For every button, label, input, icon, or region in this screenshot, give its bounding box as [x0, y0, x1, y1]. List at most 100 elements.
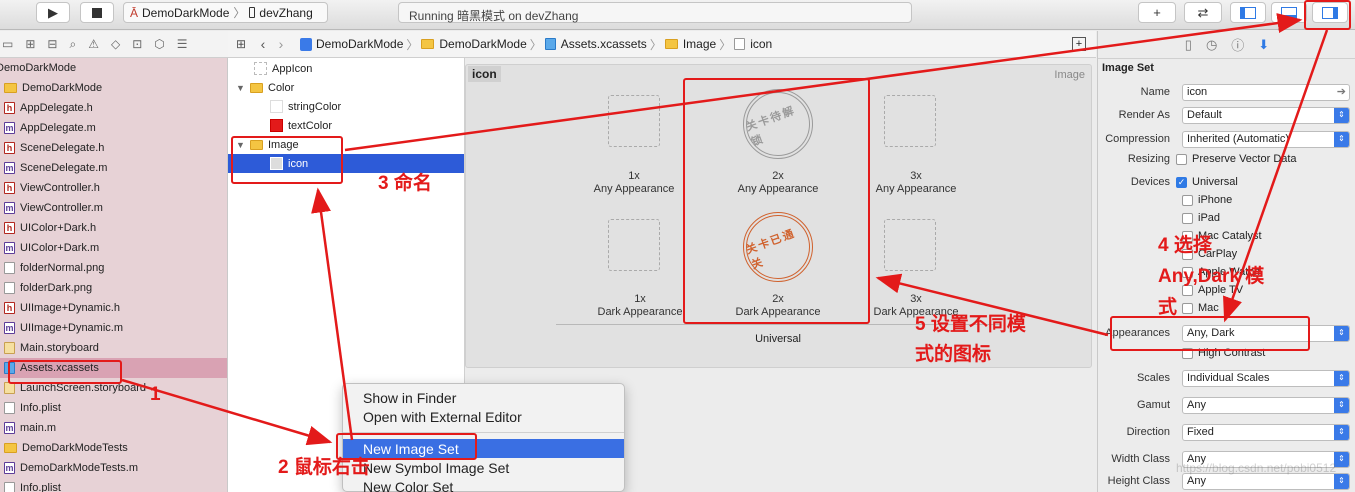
- group-row[interactable]: DemoDarkMode: [0, 78, 227, 98]
- menu-open-external[interactable]: Open with External Editor: [343, 407, 624, 426]
- play-icon: ▶: [48, 4, 58, 20]
- slot-3x-any[interactable]: [884, 95, 936, 147]
- crumb-group[interactable]: DemoDarkMode: [439, 37, 526, 51]
- asset-appicon[interactable]: AppIcon: [228, 59, 464, 78]
- debug-icon[interactable]: ⊡: [132, 37, 142, 51]
- file-label: ViewController.m: [20, 202, 103, 214]
- ipad-checkbox[interactable]: [1182, 212, 1193, 224]
- tests-group-row[interactable]: DemoDarkModeTests: [0, 438, 227, 458]
- folder-icon[interactable]: ▭: [2, 37, 13, 51]
- file-row[interactable]: h AppDelegate.h: [0, 98, 227, 118]
- preserve-vector-checkbox[interactable]: [1176, 153, 1187, 165]
- plus-icon: +: [1153, 5, 1161, 20]
- height-class-select[interactable]: Any ⇕: [1182, 472, 1350, 490]
- crumb-project[interactable]: DemoDarkMode: [316, 37, 403, 51]
- file-row[interactable]: h ViewController.h: [0, 178, 227, 198]
- file-row[interactable]: h UIImage+Dynamic.h: [0, 298, 227, 318]
- mac-checkbox[interactable]: [1182, 302, 1193, 314]
- file-label: ViewController.h: [20, 182, 100, 194]
- stop-button[interactable]: [80, 2, 114, 23]
- file-row[interactable]: m main.m: [0, 418, 227, 438]
- universal-checkbox[interactable]: ✓: [1176, 176, 1187, 188]
- menu-show-in-finder[interactable]: Show in Finder: [343, 388, 624, 407]
- grid-icon[interactable]: ⊞: [228, 37, 254, 51]
- search-icon[interactable]: ⌕: [69, 37, 76, 52]
- file-row[interactable]: m ViewController.m: [0, 198, 227, 218]
- file-label: UIImage+Dynamic.h: [20, 302, 120, 314]
- scheme-selector[interactable]: Ā DemoDarkMode 〉 devZhang: [123, 2, 328, 23]
- disclosure-triangle-icon[interactable]: ▼: [236, 83, 246, 93]
- breakpoint-icon[interactable]: ⬡: [154, 37, 164, 51]
- file-row[interactable]: folderDark.png: [0, 278, 227, 298]
- render-as-select[interactable]: Default ⇕: [1182, 106, 1350, 124]
- code-review-button[interactable]: ⇄: [1184, 2, 1222, 23]
- symbol-icon[interactable]: ⊟: [47, 37, 57, 51]
- direction-select[interactable]: Fixed ⇕: [1182, 423, 1350, 441]
- compression-select[interactable]: Inherited (Automatic) ⇕: [1182, 130, 1350, 148]
- file-row[interactable]: m UIColor+Dark.m: [0, 238, 227, 258]
- inspector-title: Image Set: [1102, 62, 1154, 74]
- gamut-select[interactable]: Any ⇕: [1182, 396, 1350, 414]
- scales-select[interactable]: Individual Scales ⇕: [1182, 369, 1350, 387]
- file-label: folderDark.png: [20, 282, 93, 294]
- toggle-navigator-button[interactable]: [1230, 2, 1266, 23]
- device-carplay-row: CarPlay: [1098, 244, 1355, 264]
- file-row[interactable]: Main.storyboard: [0, 338, 227, 358]
- folder-icon: [4, 83, 17, 93]
- iphone-checkbox[interactable]: [1182, 194, 1193, 206]
- menu-new-color-set[interactable]: New Color Set: [343, 477, 624, 492]
- color-swatch-icon: [270, 100, 283, 113]
- stepper-icon: ⇕: [1334, 473, 1349, 489]
- activity-status: Running 暗黑模式 on devZhang: [398, 2, 912, 23]
- file-label: SceneDelegate.h: [20, 142, 105, 154]
- history-icon[interactable]: ◷: [1206, 37, 1217, 53]
- file-row[interactable]: m AppDelegate.m: [0, 118, 227, 138]
- annotation-4-line3: 式: [1158, 297, 1178, 318]
- plist-file-icon: [4, 402, 15, 414]
- warning-icon[interactable]: ⚠: [88, 37, 99, 51]
- slot-1x-any[interactable]: [608, 95, 660, 147]
- project-row[interactable]: DemoDarkMode: [0, 58, 227, 78]
- report-icon[interactable]: ☰: [177, 37, 188, 51]
- tests-file-row[interactable]: m DemoDarkModeTests.m: [0, 458, 227, 478]
- arrow-circle-icon: ➔: [1336, 85, 1346, 98]
- m-file-icon: m: [4, 422, 15, 434]
- slot-3x-dark[interactable]: [884, 219, 936, 271]
- add-editor-icon[interactable]: +: [1072, 37, 1086, 51]
- asset-color-group[interactable]: ▼ Color: [228, 78, 464, 97]
- library-button[interactable]: +: [1138, 2, 1176, 23]
- m-file-icon: m: [4, 242, 15, 254]
- toggle-debug-button[interactable]: [1271, 2, 1307, 23]
- slot-1x-dark[interactable]: [608, 219, 660, 271]
- back-arrow-icon[interactable]: ‹: [254, 36, 272, 52]
- file-row[interactable]: m UIImage+Dynamic.m: [0, 318, 227, 338]
- crumb-icon[interactable]: icon: [750, 37, 772, 51]
- run-button[interactable]: ▶: [36, 2, 70, 23]
- file-row[interactable]: Info.plist: [0, 398, 227, 418]
- tests-plist-row[interactable]: Info.plist: [0, 478, 227, 492]
- asset-text-color[interactable]: textColor: [228, 116, 464, 135]
- m-file-icon: m: [4, 322, 15, 334]
- label-3x-any: 3x Any Appearance: [875, 170, 957, 195]
- device-catalyst-row: Mac Catalyst: [1098, 226, 1355, 246]
- stepper-icon: ⇕: [1334, 131, 1349, 147]
- asset-string-color[interactable]: stringColor: [228, 97, 464, 116]
- test-icon[interactable]: ◇: [111, 37, 120, 51]
- source-control-icon[interactable]: ⊞: [25, 37, 35, 51]
- file-row[interactable]: m SceneDelegate.m: [0, 158, 227, 178]
- menu-new-symbol-image-set[interactable]: New Symbol Image Set: [343, 458, 624, 477]
- help-icon[interactable]: ⓘ: [1231, 35, 1244, 54]
- file-inspector-icon[interactable]: ▯: [1185, 37, 1192, 53]
- crumb-image[interactable]: Image: [683, 37, 716, 51]
- file-row[interactable]: h UIColor+Dark.h: [0, 218, 227, 238]
- attributes-icon[interactable]: ⬇: [1258, 37, 1269, 53]
- crumb-assets[interactable]: Assets.xcassets: [561, 37, 647, 51]
- forward-arrow-icon[interactable]: ›: [272, 36, 290, 52]
- render-row: Render As Default ⇕: [1098, 105, 1355, 125]
- label-1x-any: 1x Any Appearance: [593, 170, 675, 195]
- app-icon: Ā: [130, 5, 139, 20]
- jump-bar: ⊞ ‹ › DemoDarkMode 〉 DemoDarkMode 〉 Asse…: [228, 31, 1096, 58]
- name-field[interactable]: icon ➔: [1182, 83, 1350, 101]
- file-row[interactable]: h SceneDelegate.h: [0, 138, 227, 158]
- file-row[interactable]: folderNormal.png: [0, 258, 227, 278]
